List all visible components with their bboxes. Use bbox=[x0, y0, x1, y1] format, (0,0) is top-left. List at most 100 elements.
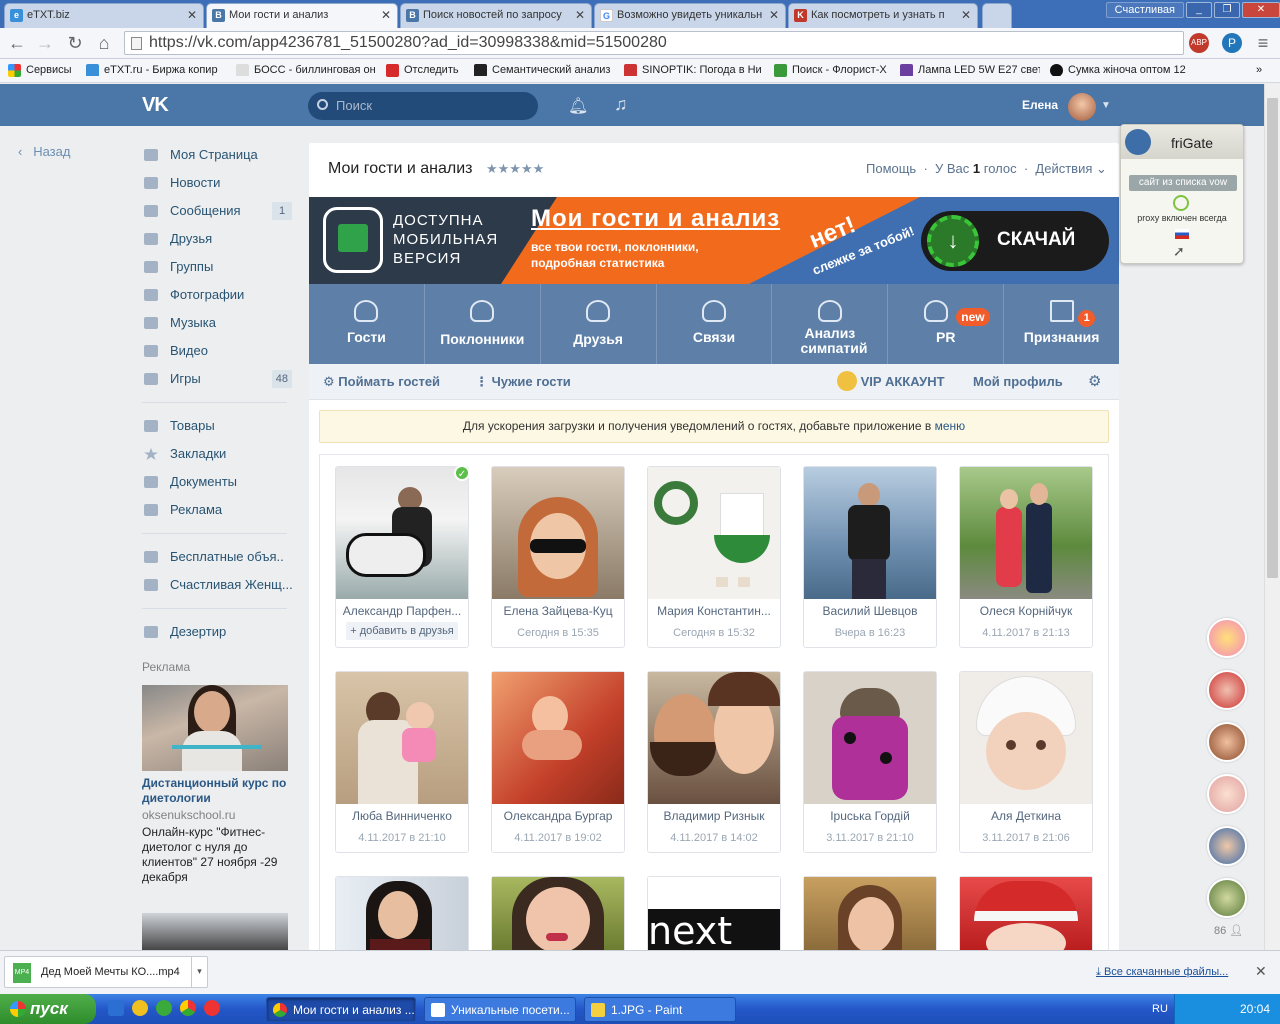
ad-image[interactable] bbox=[142, 913, 288, 953]
russia-flag-icon[interactable] bbox=[1175, 229, 1189, 239]
guest-name[interactable]: Люба Винниченко bbox=[336, 809, 468, 823]
bookmark-item[interactable]: Отследить bbox=[386, 64, 459, 77]
guest-card[interactable] bbox=[803, 876, 937, 953]
forward-arrow-icon[interactable]: → bbox=[34, 32, 56, 54]
vip-account-link[interactable]: VIP АККАУНТ bbox=[837, 370, 945, 391]
menu-link[interactable]: меню bbox=[935, 419, 966, 433]
guest-card[interactable]: Мария Константин... Сегодня в 15:32 bbox=[647, 466, 781, 648]
avatar[interactable] bbox=[1207, 774, 1247, 814]
guest-card[interactable]: ✓ Александр Парфен... + добавить в друзь… bbox=[335, 465, 470, 648]
sidebar-item-photos[interactable]: Фотографии bbox=[142, 284, 292, 306]
yandex-icon[interactable] bbox=[204, 1000, 220, 1016]
more-bookmarks-icon[interactable]: » bbox=[1256, 64, 1262, 76]
taskbar-item[interactable]: Мои гости и анализ ... bbox=[266, 997, 416, 1022]
taskbar-item[interactable]: Уникальные посети... bbox=[424, 997, 576, 1022]
foreign-guests-link[interactable]: ⋮ Чужие гости bbox=[475, 374, 571, 390]
back-arrow-icon[interactable]: ← bbox=[6, 32, 28, 54]
guest-card[interactable]: Аля Деткина 3.11.2017 в 21:06 bbox=[959, 671, 1093, 853]
language-indicator[interactable]: RU bbox=[1152, 1003, 1168, 1015]
close-icon[interactable]: ✕ bbox=[1255, 963, 1267, 980]
guest-name[interactable]: Василий Шевцов bbox=[804, 604, 936, 618]
guest-name[interactable]: Аля Деткина bbox=[960, 809, 1092, 823]
ad-title[interactable]: Дистанционный курс по диетологии bbox=[142, 776, 292, 806]
guest-name[interactable]: Олеся Корнійчук bbox=[960, 604, 1092, 618]
sidebar-item-ads[interactable]: Реклама bbox=[142, 499, 292, 521]
guest-photo[interactable] bbox=[492, 467, 624, 599]
guest-name[interactable]: Ірuська Гордій bbox=[804, 809, 936, 823]
guest-card[interactable] bbox=[959, 876, 1093, 953]
sidebar-item-bookmarks[interactable]: Закладки bbox=[142, 443, 292, 465]
close-icon[interactable]: ✕ bbox=[961, 8, 971, 22]
guest-photo[interactable]: next bbox=[648, 877, 780, 953]
avatar[interactable] bbox=[1068, 93, 1096, 121]
guest-card[interactable] bbox=[335, 876, 469, 953]
bookmark-item[interactable]: SINOPTIK: Погода в Ни bbox=[624, 64, 764, 76]
browser-tab[interactable]: В Поиск новостей по запросу ✕ bbox=[400, 3, 592, 28]
sidebar-item-group-link[interactable]: Счастливая Женщ... bbox=[142, 574, 292, 596]
menu-icon[interactable]: ≡ bbox=[1252, 32, 1274, 54]
actions-menu[interactable]: Действия bbox=[1035, 161, 1092, 176]
close-window-icon[interactable]: ✕ bbox=[1242, 2, 1280, 18]
sidebar-item-groups[interactable]: Группы bbox=[142, 256, 292, 278]
bookmark-item[interactable]: Сумка жіноча оптом 12 bbox=[1050, 64, 1188, 76]
guest-photo[interactable] bbox=[336, 467, 468, 599]
home-icon[interactable]: ⌂ bbox=[93, 32, 115, 54]
tab-guests[interactable]: Гости bbox=[309, 284, 425, 364]
tab-pr[interactable]: new PR bbox=[888, 284, 1005, 364]
guest-photo[interactable] bbox=[492, 672, 624, 804]
guest-photo[interactable] bbox=[648, 672, 780, 804]
desktop-icon[interactable] bbox=[108, 1000, 124, 1016]
browser-tab[interactable]: e eTXT.biz ✕ bbox=[4, 3, 204, 28]
avatar[interactable] bbox=[1207, 670, 1247, 710]
bookmark-item[interactable]: Лампа LED 5W E27 свет bbox=[900, 64, 1040, 76]
guest-name[interactable]: Олександра Бургар bbox=[492, 809, 624, 823]
avatar[interactable] bbox=[1207, 722, 1247, 762]
guest-photo[interactable] bbox=[648, 467, 780, 599]
guest-card[interactable]: Ірuська Гордій 3.11.2017 в 21:10 bbox=[803, 671, 937, 853]
my-profile-link[interactable]: Мой профиль bbox=[973, 374, 1063, 389]
close-icon[interactable]: ✕ bbox=[187, 8, 197, 22]
tab-sympathy[interactable]: Анализ симпатий bbox=[772, 284, 889, 364]
taskbar-item[interactable]: 1.JPG - Paint bbox=[584, 997, 736, 1022]
close-icon[interactable]: ✕ bbox=[769, 8, 779, 22]
browser-tab[interactable]: K Как посмотреть и узнать п ✕ bbox=[788, 3, 978, 28]
start-button[interactable]: пуск bbox=[0, 994, 96, 1024]
sidebar-item-app[interactable]: Дезертир bbox=[142, 621, 292, 643]
sidebar-item-games[interactable]: Игры 48 bbox=[142, 368, 292, 390]
guest-photo[interactable] bbox=[804, 467, 936, 599]
tab-friends[interactable]: Друзья bbox=[541, 284, 657, 364]
reload-icon[interactable]: ↻ bbox=[64, 32, 86, 54]
minimize-icon[interactable]: _ bbox=[1186, 2, 1212, 18]
guest-name[interactable]: Елена Зайцева-Куц bbox=[492, 604, 624, 618]
chevron-down-icon[interactable]: ▾ bbox=[191, 957, 207, 987]
frigate-widget[interactable]: friGate сайт из списка vow proxy включен… bbox=[1120, 124, 1244, 264]
sidebar-item-goods[interactable]: Товары bbox=[142, 415, 292, 437]
browser-profile[interactable]: Счастливая bbox=[1105, 2, 1184, 18]
sidebar-item-my-page[interactable]: Моя Страница bbox=[142, 144, 292, 166]
guest-name[interactable]: Мария Константин... bbox=[648, 604, 780, 618]
sidebar-item-messages[interactable]: Сообщения 1 bbox=[142, 200, 292, 222]
guest-photo[interactable] bbox=[336, 877, 468, 953]
help-link[interactable]: Помощь bbox=[866, 161, 916, 176]
avatar[interactable] bbox=[1207, 826, 1247, 866]
guest-photo[interactable] bbox=[960, 467, 1092, 599]
guest-card[interactable]: Олеся Корнійчук 4.11.2017 в 21:13 bbox=[959, 466, 1093, 648]
settings-gear-icon[interactable]: ⚙ bbox=[1088, 372, 1101, 390]
tab-admirers[interactable]: Поклонники bbox=[425, 284, 541, 364]
all-downloads-link[interactable]: ⤓ Все скачанные файлы... bbox=[1096, 966, 1228, 979]
tab-connections[interactable]: Связи bbox=[657, 284, 773, 364]
vk-logo[interactable]: VK bbox=[142, 94, 178, 116]
add-friend-button[interactable]: + добавить в друзья bbox=[346, 622, 458, 640]
guest-photo[interactable] bbox=[492, 877, 624, 953]
music-note-icon[interactable]: ♫ bbox=[614, 94, 628, 115]
search-input[interactable]: Поиск bbox=[308, 92, 538, 120]
tab-confessions[interactable]: 1 Признания bbox=[1004, 284, 1119, 364]
browser-tab[interactable]: G Возможно увидеть уникальн ✕ bbox=[594, 3, 786, 28]
promo-banner[interactable]: ДОСТУПНА МОБИЛЬНАЯ ВЕРСИЯ Мои гости и ан… bbox=[309, 197, 1119, 284]
notifications-bell-icon[interactable]: 🔔︎ bbox=[568, 96, 588, 116]
close-icon[interactable]: ✕ bbox=[381, 8, 391, 22]
address-bar[interactable]: https://vk.com/app4236781_51500280?ad_id… bbox=[124, 31, 1184, 55]
new-tab-button[interactable] bbox=[982, 3, 1012, 28]
clock[interactable]: 20:04 bbox=[1240, 1002, 1270, 1016]
ad-image[interactable] bbox=[142, 685, 288, 771]
